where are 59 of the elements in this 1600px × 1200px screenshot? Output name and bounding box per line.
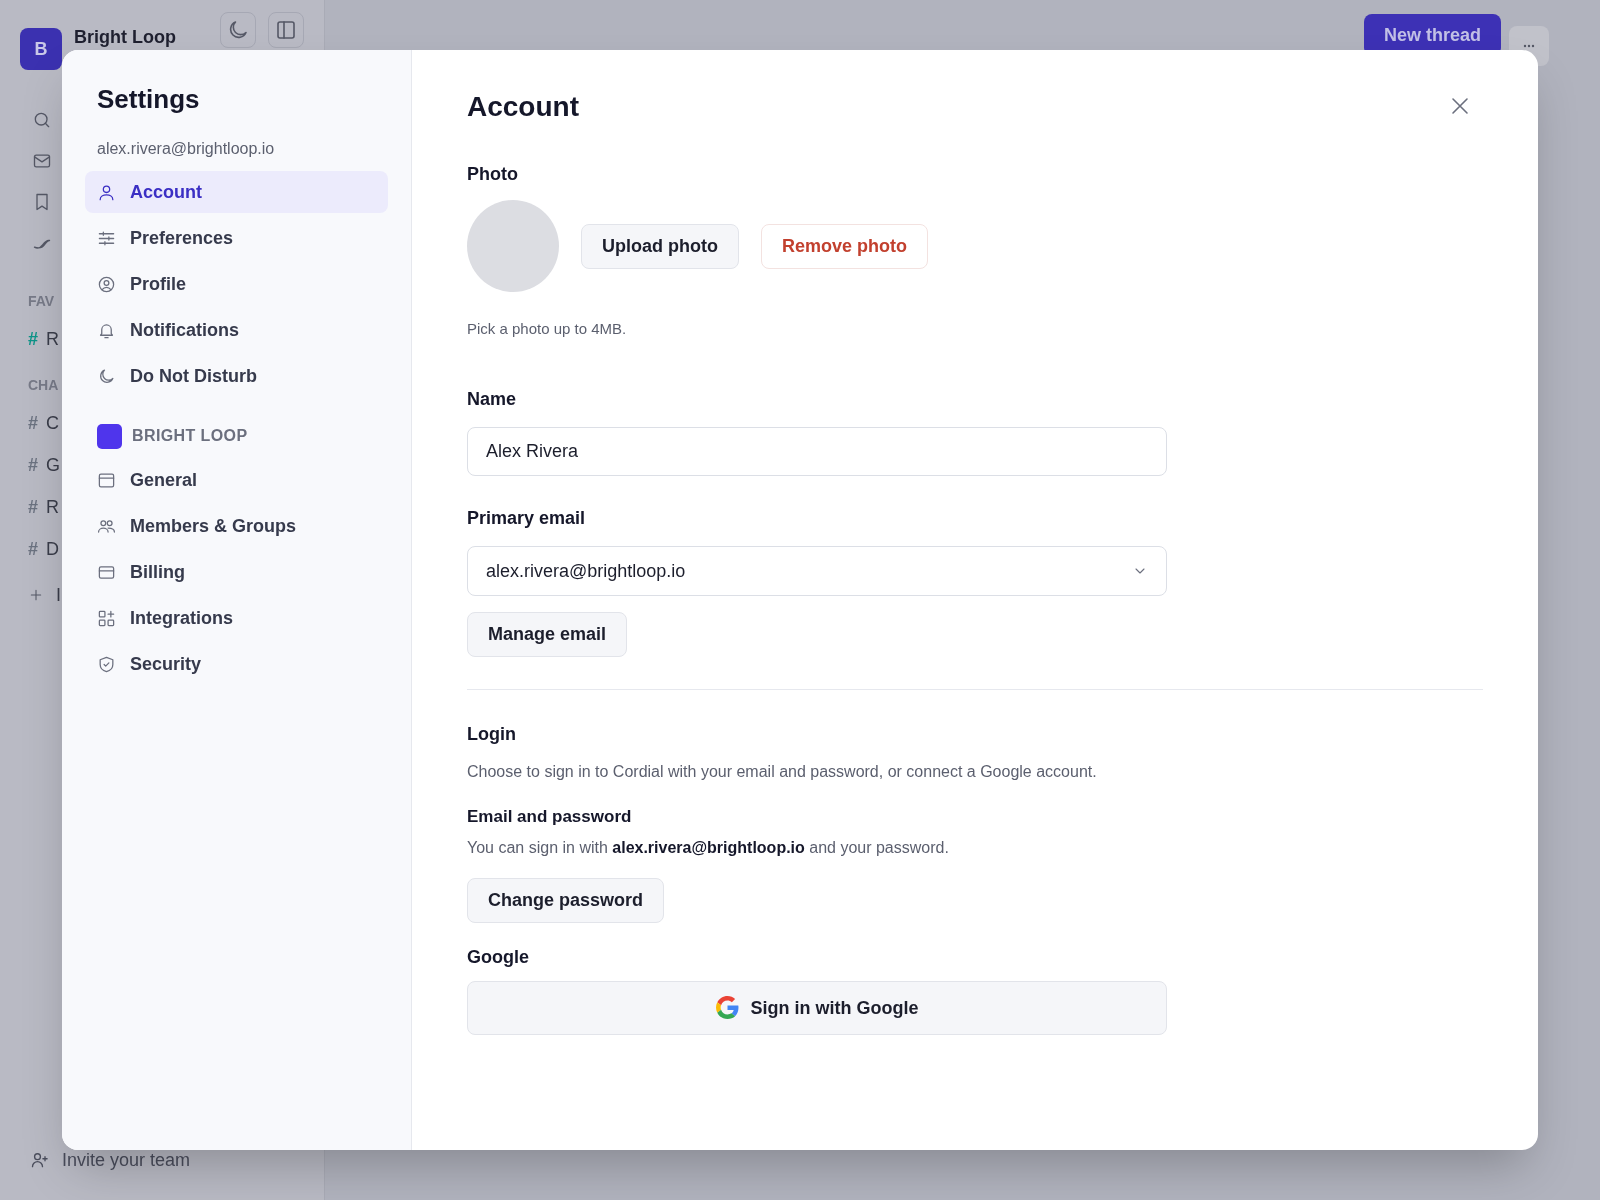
section-heading: FAV — [28, 292, 55, 311]
settings-nav-item[interactable]: Billing — [85, 551, 388, 593]
panel-icon — [277, 21, 295, 39]
moon-icon — [97, 366, 116, 386]
settings-nav-item[interactable]: Members & Groups — [85, 505, 388, 547]
manage-email-button[interactable]: Manage email — [467, 611, 628, 657]
settings-nav-item[interactable]: Integrations — [85, 597, 388, 639]
settings-nav-item[interactable]: Profile — [85, 263, 388, 305]
channel-name[interactable]: G — [46, 451, 61, 479]
helper-text: Pick a photo up to 4MB. — [467, 319, 628, 339]
workspace-logo[interactable]: B — [20, 28, 62, 70]
invite-link[interactable]: Invite your team — [30, 1146, 191, 1174]
field-label: Name — [467, 387, 518, 411]
upload-photo-button[interactable]: Upload photo — [581, 223, 739, 269]
hash-mark: # — [28, 454, 38, 477]
hash-mark: # — [28, 538, 38, 561]
description-text: Choose to sign in to Cordial with your email and password, or connect a Google account. — [467, 761, 1098, 782]
email-select[interactable]: alex.rivera@brightloop.io — [467, 545, 1167, 596]
settings-nav-item[interactable]: Preferences — [85, 217, 388, 259]
channel-name[interactable]: R — [46, 325, 59, 353]
hash-mark: # — [28, 412, 38, 435]
layout-toggle-button[interactable] — [268, 12, 304, 48]
description-text: You can sign in with alex.rivera@brightloop.io and your password. — [467, 837, 950, 858]
workspace-heading: BRIGHT LOOP — [132, 426, 248, 446]
settings-nav-item[interactable]: Security — [85, 643, 388, 685]
change-password-button[interactable]: Change password — [467, 877, 665, 923]
field-label: Google — [467, 945, 530, 969]
remove-photo-button[interactable]: Remove photo — [761, 223, 928, 269]
name-field[interactable]: Alex Rivera — [467, 426, 1167, 476]
moon-icon — [229, 21, 247, 39]
user-circle-icon — [97, 274, 116, 294]
add-item-label[interactable]: I — [56, 581, 61, 609]
field-label: Primary email — [467, 506, 587, 530]
field-label: Login — [467, 722, 517, 746]
search-icon — [32, 110, 52, 130]
google-g-icon — [715, 996, 739, 1020]
user-plus-icon — [30, 1150, 50, 1170]
workspace-logo — [97, 423, 122, 449]
settings-nav-item[interactable]: General — [85, 459, 388, 501]
account-email: alex.rivera@brightloop.io — [96, 139, 276, 159]
google-sign-in-button[interactable]: Sign in with Google — [467, 980, 1167, 1035]
theme-toggle-button[interactable] — [220, 12, 256, 48]
hash-mark: # — [28, 328, 38, 351]
channel-name[interactable]: R — [46, 493, 59, 521]
settings-nav-item[interactable]: Do Not Disturb — [85, 355, 388, 397]
page-title: Account — [467, 90, 579, 124]
channel-name[interactable]: C — [46, 409, 59, 437]
settings-nav-item[interactable]: Account — [85, 171, 388, 213]
plus-icon — [28, 587, 44, 603]
blocks-icon — [97, 608, 116, 628]
field-label: Photo — [467, 163, 519, 186]
channel-name[interactable]: D — [46, 535, 59, 563]
field-label: Email and password — [467, 805, 633, 828]
shield-icon — [97, 654, 116, 674]
hash-mark: # — [28, 496, 38, 519]
settings-title: Settings — [96, 83, 201, 116]
workspace-name: Bright Loop — [74, 26, 176, 49]
section-heading: CHA — [28, 376, 59, 395]
settings-nav-item[interactable]: Notifications — [85, 309, 388, 351]
